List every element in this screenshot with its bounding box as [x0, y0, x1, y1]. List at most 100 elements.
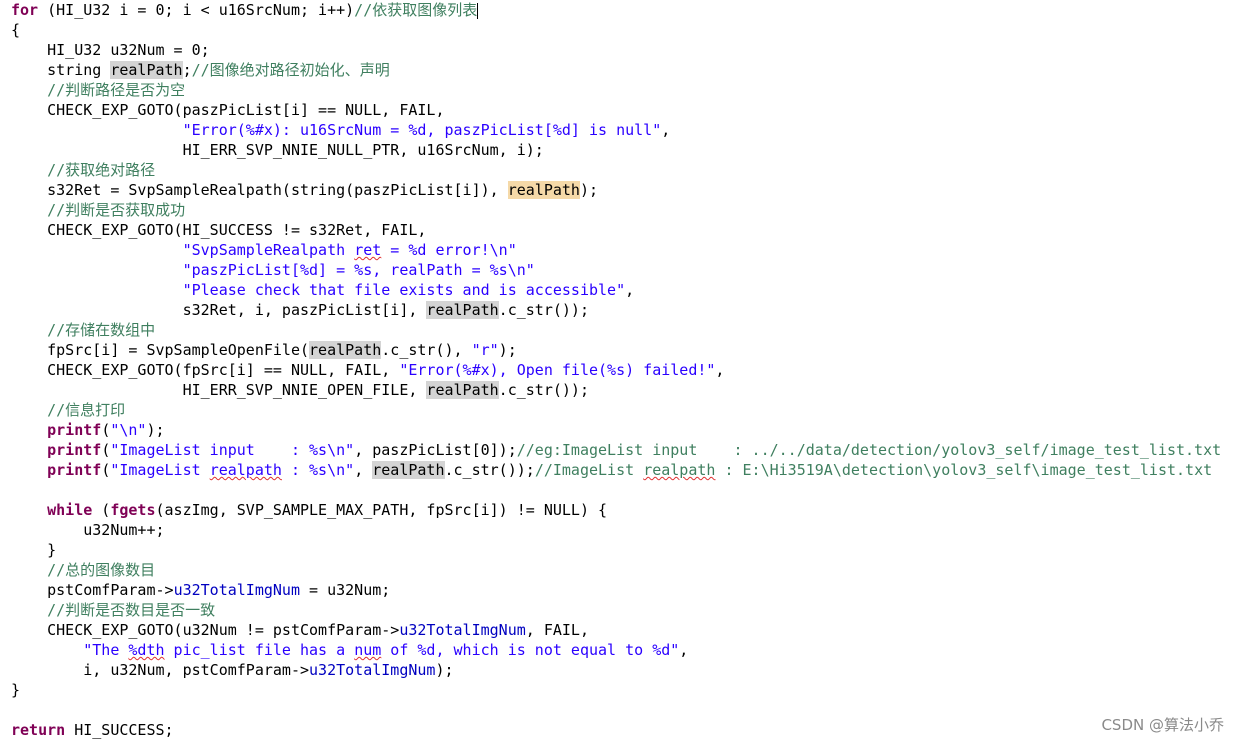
- code-token: : %s\n": [281, 461, 355, 479]
- code-token: realPath: [309, 341, 382, 359]
- code-token: "SvpSampleRealpath: [182, 241, 355, 259]
- code-line[interactable]: }: [11, 540, 56, 560]
- code-line[interactable]: printf("\n");: [11, 420, 165, 440]
- code-token: = %d error!\n": [381, 241, 517, 259]
- code-line[interactable]: //判断路径是否为空: [11, 80, 185, 100]
- code-line[interactable]: //判断是否数目是否一致: [11, 600, 215, 620]
- code-token: .c_str());: [498, 381, 589, 399]
- code-token: ,: [679, 641, 689, 659]
- code-token: //图像绝对路径初始化、声明: [191, 61, 390, 79]
- code-token: //eg:ImageList input : ../../data/detect…: [516, 441, 1222, 459]
- code-token: u32TotalImgNum: [399, 621, 526, 639]
- code-token: %dth: [128, 641, 165, 659]
- code-token: fpSrc[i] = SvpSampleOpenFile(: [11, 341, 310, 359]
- code-token: printf: [47, 441, 102, 459]
- code-token: ,: [625, 281, 635, 299]
- code-token: ret: [354, 241, 382, 259]
- code-token: //获取绝对路径: [11, 161, 156, 179]
- code-token: (: [101, 461, 111, 479]
- code-token: = u32Num;: [300, 581, 391, 599]
- code-token: realPath: [426, 381, 499, 399]
- text-caret: [477, 2, 479, 19]
- code-line[interactable]: }: [11, 680, 20, 700]
- code-line[interactable]: HI_ERR_SVP_NNIE_OPEN_FILE, realPath.c_st…: [11, 380, 589, 400]
- code-token: .c_str(),: [381, 341, 472, 359]
- code-line[interactable]: //获取绝对路径: [11, 160, 155, 180]
- code-line[interactable]: //判断是否获取成功: [11, 200, 185, 220]
- code-line[interactable]: CHECK_EXP_GOTO(fpSrc[i] == NULL, FAIL, "…: [11, 360, 724, 380]
- code-token: //总的图像数目: [11, 561, 156, 579]
- code-token: CHECK_EXP_GOTO(HI_SUCCESS != s32Ret, FAI…: [11, 221, 427, 239]
- code-line[interactable]: while (fgets(aszImg, SVP_SAMPLE_MAX_PATH…: [11, 500, 607, 520]
- code-line[interactable]: //总的图像数目: [11, 560, 155, 580]
- code-token: HI_U32 u32Num = 0;: [11, 41, 210, 59]
- code-token: (: [92, 501, 111, 519]
- code-token: }: [11, 541, 57, 559]
- code-token: ,: [661, 121, 671, 139]
- code-token: //存储在数组中: [11, 321, 156, 339]
- code-line[interactable]: for (HI_U32 i = 0; i < u16SrcNum; i++)//…: [11, 0, 479, 20]
- code-line[interactable]: "The %dth pic_list file has a num of %d,…: [11, 640, 688, 660]
- code-line[interactable]: pstComfParam->u32TotalImgNum = u32Num;: [11, 580, 390, 600]
- code-token: "\n": [110, 421, 147, 439]
- code-line[interactable]: s32Ret, i, paszPicList[i], realPath.c_st…: [11, 300, 589, 320]
- code-line[interactable]: //信息打印: [11, 400, 125, 420]
- code-line[interactable]: CHECK_EXP_GOTO(paszPicList[i] == NULL, F…: [11, 100, 444, 120]
- code-token: );: [435, 661, 454, 679]
- code-editor[interactable]: for (HI_U32 i = 0; i < u16SrcNum; i++)//…: [0, 0, 1240, 745]
- code-token: "ImageList input : %s\n": [110, 441, 355, 459]
- code-token: "Error(%#x), Open file(%s) failed!": [399, 361, 716, 379]
- code-token: "paszPicList[%d] = %s, realPath = %s\n": [182, 261, 535, 279]
- code-token: //判断是否数目是否一致: [11, 601, 216, 619]
- code-line[interactable]: //存储在数组中: [11, 320, 155, 340]
- code-token: return: [11, 721, 66, 739]
- code-line[interactable]: u32Num++;: [11, 520, 164, 540]
- code-line[interactable]: CHECK_EXP_GOTO(u32Num != pstComfParam->u…: [11, 620, 589, 640]
- code-line[interactable]: "SvpSampleRealpath ret = %d error!\n": [11, 240, 517, 260]
- code-line[interactable]: CHECK_EXP_GOTO(HI_SUCCESS != s32Ret, FAI…: [11, 220, 426, 240]
- code-token: HI_ERR_SVP_NNIE_NULL_PTR, u16SrcNum, i);: [11, 141, 544, 159]
- code-line[interactable]: HI_U32 u32Num = 0;: [11, 40, 210, 60]
- code-token: "r": [471, 341, 499, 359]
- code-token: CHECK_EXP_GOTO(u32Num != pstComfParam->: [11, 621, 400, 639]
- code-token: );: [146, 421, 165, 439]
- code-line[interactable]: i, u32Num, pstComfParam->u32TotalImgNum)…: [11, 660, 454, 680]
- code-token: for: [11, 1, 39, 19]
- code-token: string: [11, 61, 111, 79]
- code-line[interactable]: string realPath;//图像绝对路径初始化、声明: [11, 60, 390, 80]
- code-token: //判断是否获取成功: [11, 201, 186, 219]
- code-token: , FAIL,: [525, 621, 589, 639]
- code-line[interactable]: "Error(%#x): u16SrcNum = %d, paszPicList…: [11, 120, 671, 140]
- code-token: CHECK_EXP_GOTO(paszPicList[i] == NULL, F…: [11, 101, 445, 119]
- code-token: .c_str());: [444, 461, 535, 479]
- code-token: ,: [715, 361, 725, 379]
- code-line[interactable]: fpSrc[i] = SvpSampleOpenFile(realPath.c_…: [11, 340, 517, 360]
- code-token: "ImageList: [110, 461, 210, 479]
- code-token: "The: [83, 641, 129, 659]
- code-token: realPath: [507, 181, 580, 199]
- code-token: printf: [47, 421, 102, 439]
- code-token: u32TotalImgNum: [309, 661, 436, 679]
- code-line[interactable]: printf("ImageList input : %s\n", paszPic…: [11, 440, 1221, 460]
- csdn-watermark: CSDN @算法小乔: [1101, 716, 1224, 734]
- code-token: "Please check that file exists and is ac…: [182, 281, 626, 299]
- code-token: HI_ERR_SVP_NNIE_OPEN_FILE,: [11, 381, 427, 399]
- code-token: s32Ret, i, paszPicList[i],: [11, 301, 427, 319]
- code-token: (aszImg, SVP_SAMPLE_MAX_PATH, fpSrc[i]) …: [155, 501, 608, 519]
- code-token: : E:\Hi3519A\detection\yolov3_self\image…: [715, 461, 1213, 479]
- code-line[interactable]: "paszPicList[%d] = %s, realPath = %s\n": [11, 260, 535, 280]
- code-line[interactable]: {: [11, 20, 20, 40]
- code-line[interactable]: "Please check that file exists and is ac…: [11, 280, 635, 300]
- code-line[interactable]: printf("ImageList realpath : %s\n", real…: [11, 460, 1212, 480]
- code-line[interactable]: return HI_SUCCESS;: [11, 720, 174, 740]
- code-token: while: [47, 501, 93, 519]
- code-line[interactable]: HI_ERR_SVP_NNIE_NULL_PTR, u16SrcNum, i);: [11, 140, 544, 160]
- code-token: of %d, which is not equal to %d": [381, 641, 680, 659]
- code-line[interactable]: s32Ret = SvpSampleRealpath(string(paszPi…: [11, 180, 598, 200]
- code-token: //ImageList: [534, 461, 644, 479]
